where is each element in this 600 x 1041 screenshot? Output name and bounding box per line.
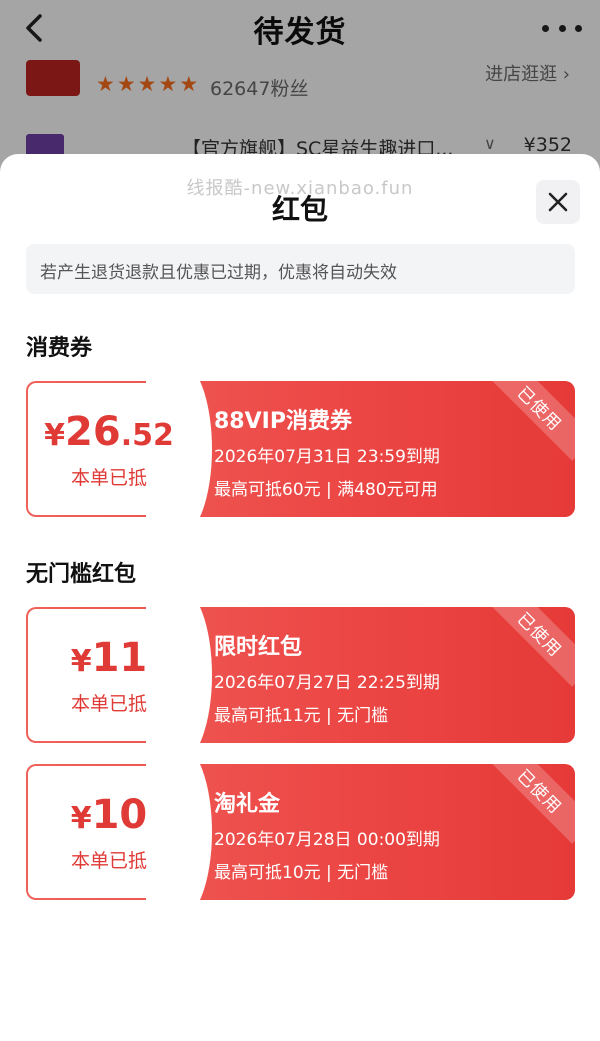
coupon-expiry: 2026年07月28日 00:00到期 — [214, 830, 440, 850]
coupon-deducted-label: 本单已抵 — [70, 850, 147, 872]
coupon-rule: 最高可抵10元 | 无门槛 — [214, 863, 389, 883]
coupon-rule: 最高可抵11元 | 无门槛 — [214, 706, 389, 726]
close-icon — [548, 192, 568, 212]
coupon-card[interactable]: ¥10 本单已抵 淘礼金 2026年07月28日 00:00到期 最高可抵10元… — [26, 764, 575, 900]
red-packet-sheet: 线报酷-new.xianbao.fun 红包 若产生退货退款且优惠已过期，优惠将… — [0, 154, 600, 1041]
section-title-consumption: 消费券 — [26, 336, 93, 361]
coupon-expiry: 2026年07月27日 22:25到期 — [214, 673, 440, 693]
section-title-redpacket: 无门槛红包 — [26, 562, 137, 587]
coupon-card[interactable]: ¥11 本单已抵 限时红包 2026年07月27日 22:25到期 最高可抵11… — [26, 607, 575, 743]
coupon-amount: ¥10 — [70, 792, 148, 838]
coupon-name: 淘礼金 — [214, 792, 281, 817]
coupon-expiry: 2026年07月31日 23:59到期 — [214, 447, 440, 467]
used-stamp: 已使用 — [487, 764, 575, 844]
coupon-amount: ¥26.52 — [44, 409, 174, 455]
expiry-notice: 若产生退货退款且优惠已过期，优惠将自动失效 — [26, 244, 575, 294]
coupon-deducted-label: 本单已抵 — [70, 693, 147, 715]
sheet-title: 红包 — [271, 193, 328, 226]
coupon-deducted-label: 本单已抵 — [70, 467, 147, 489]
close-button[interactable] — [536, 180, 580, 224]
coupon-card[interactable]: ¥26.52 本单已抵 88VIP消费券 2026年07月31日 23:59到期… — [26, 381, 575, 517]
coupon-amount: ¥11 — [70, 635, 148, 681]
coupon-rule: 最高可抵60元 | 满480元可用 — [214, 480, 438, 500]
coupon-name: 88VIP消费券 — [214, 409, 352, 434]
used-stamp: 已使用 — [487, 607, 575, 687]
coupon-name: 限时红包 — [214, 635, 303, 660]
used-stamp: 已使用 — [487, 381, 575, 461]
